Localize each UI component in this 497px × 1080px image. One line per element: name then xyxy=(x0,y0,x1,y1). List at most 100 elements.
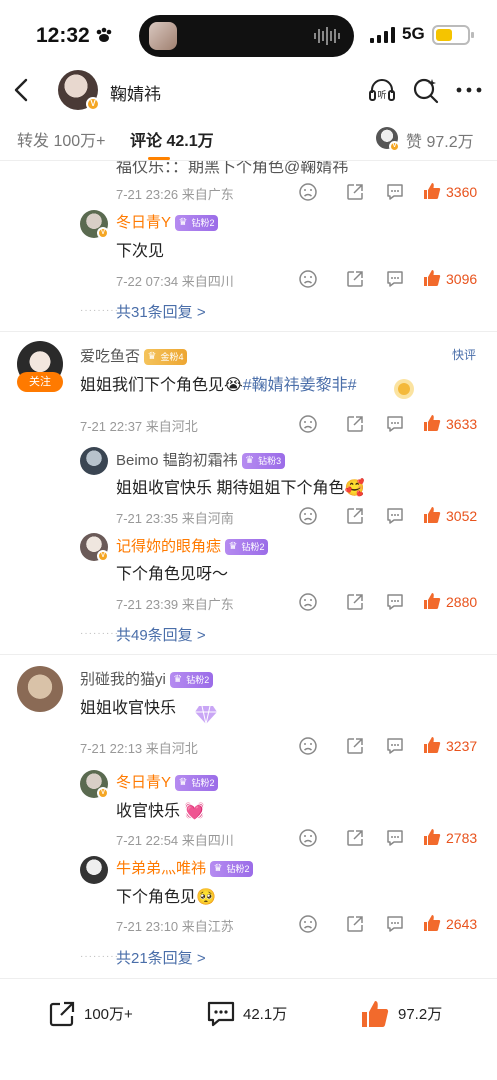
fan-badge: 钻粉2 xyxy=(170,671,214,688)
username[interactable]: 冬日青Y xyxy=(116,214,171,231)
comment-icon[interactable] xyxy=(385,914,405,934)
comment-feed[interactable]: 福仅乐：：期黑卜个角色@鞠婧祎 7-21 23:26 来自广东 3360 V 冬… xyxy=(0,161,497,978)
dynamic-island[interactable] xyxy=(139,15,354,57)
diamond-sticker-icon xyxy=(195,705,217,725)
comment-time: 7-21 22:13 来自河北 xyxy=(80,741,198,756)
avatar[interactable] xyxy=(80,856,108,884)
like-icon[interactable] xyxy=(422,913,442,933)
fan-badge: 钻粉2 xyxy=(210,860,254,877)
username[interactable]: 牛弟弟灬唯祎 xyxy=(116,860,206,877)
view-replies-link[interactable]: 共49条回复 > xyxy=(116,624,206,645)
divider xyxy=(0,331,497,332)
avatar[interactable] xyxy=(80,447,108,475)
comment-header: 爱吃鱼否 金粉4 xyxy=(80,345,188,366)
reply-time: 7-21 23:26 来自广东 xyxy=(116,187,234,202)
divider-dots: ········· xyxy=(80,305,119,316)
comment-icon[interactable] xyxy=(385,828,405,848)
repost-count[interactable]: 100万+ xyxy=(84,1003,133,1024)
fan-badge: 钻粉2 xyxy=(225,538,269,555)
commenter-avatar[interactable] xyxy=(17,666,63,712)
dislike-icon[interactable] xyxy=(298,269,318,289)
verified-badge-icon: V xyxy=(97,550,109,562)
like-count: 3096 xyxy=(446,271,478,287)
fan-badge: 钻粉2 xyxy=(175,774,219,791)
view-replies-link[interactable]: 共31条回复 > xyxy=(116,301,206,322)
reply-header: 记得妳的眼角痣 钻粉2 xyxy=(116,535,269,556)
like-count: 3360 xyxy=(446,184,478,200)
share-icon[interactable] xyxy=(345,914,365,934)
like-icon[interactable] xyxy=(422,413,442,433)
username[interactable]: 爱吃鱼否 xyxy=(80,348,140,365)
divider-dots: ········· xyxy=(80,628,119,639)
tab-repost[interactable]: 转发 100万+ xyxy=(17,127,106,151)
username[interactable]: 记得妳的眼角痣 xyxy=(116,538,221,555)
like-icon[interactable] xyxy=(422,827,442,847)
reply-time: 7-21 23:10 来自江苏 xyxy=(116,919,234,934)
share-icon[interactable] xyxy=(345,506,365,526)
reply-text: 下次见 xyxy=(116,243,165,260)
verified-badge-icon: V xyxy=(97,787,109,799)
dislike-icon[interactable] xyxy=(298,914,318,934)
quick-comment-button[interactable]: 快评 xyxy=(452,346,476,363)
share-icon[interactable] xyxy=(345,592,365,612)
username[interactable]: Beimo 韫韵初霜祎 xyxy=(116,452,238,469)
reply-time: 7-21 22:54 来自四川 xyxy=(116,833,234,848)
share-icon[interactable] xyxy=(345,269,365,289)
back-arrow-icon[interactable] xyxy=(12,78,32,102)
tab-likes[interactable]: 赞 97.2万 xyxy=(406,128,474,152)
like-icon[interactable] xyxy=(360,999,390,1029)
reply-text: 下个角色见呀～ xyxy=(116,566,229,583)
author-name[interactable]: 鞠婧祎 xyxy=(110,80,161,105)
like-count: 3237 xyxy=(446,738,478,754)
comment-icon[interactable] xyxy=(385,736,405,756)
dislike-icon[interactable] xyxy=(298,828,318,848)
fan-badge: 钻粉3 xyxy=(242,452,286,469)
dislike-icon[interactable] xyxy=(298,592,318,612)
repost-icon[interactable] xyxy=(47,999,77,1029)
more-icon[interactable] xyxy=(455,76,483,104)
like-count[interactable]: 97.2万 xyxy=(398,1003,442,1024)
reply-time: 7-21 23:39 来自广东 xyxy=(116,597,234,612)
top-nav: V 鞠婧祎 听 xyxy=(0,68,497,112)
share-icon[interactable] xyxy=(345,182,365,202)
like-icon[interactable] xyxy=(422,181,442,201)
dislike-icon[interactable] xyxy=(298,414,318,434)
comment-time: 7-21 22:37 来自河北 xyxy=(80,419,198,434)
listen-icon[interactable]: 听 xyxy=(368,76,396,104)
paw-icon xyxy=(96,27,112,42)
comment-icon[interactable] xyxy=(385,592,405,612)
dislike-icon[interactable] xyxy=(298,506,318,526)
like-icon[interactable] xyxy=(422,268,442,288)
search-icon[interactable] xyxy=(412,76,440,104)
comment-icon[interactable] xyxy=(206,999,236,1029)
comment-icon[interactable] xyxy=(385,269,405,289)
like-icon[interactable] xyxy=(422,735,442,755)
reply-text: 姐姐收官快乐 期待姐姐下个角色🥰 xyxy=(116,480,365,497)
username[interactable]: 冬日青Y xyxy=(116,774,171,791)
comment-icon[interactable] xyxy=(385,182,405,202)
reply-time: 7-21 23:35 来自河南 xyxy=(116,511,234,526)
comment-icon[interactable] xyxy=(385,506,405,526)
like-icon[interactable] xyxy=(422,591,442,611)
tab-comments[interactable]: 评论 42.1万 xyxy=(130,127,214,151)
reply-header: Beimo 韫韵初霜祎 钻粉3 xyxy=(116,449,286,470)
comment-count[interactable]: 42.1万 xyxy=(243,1003,287,1024)
topic-hashtag[interactable]: #鞠婧祎姜黎非# xyxy=(243,377,357,394)
username[interactable]: 别碰我的猫yi xyxy=(80,671,166,688)
dislike-icon[interactable] xyxy=(298,736,318,756)
comment-text: 姐姐我们下个角色见😭#鞠婧祎姜黎非# xyxy=(80,377,357,394)
comment-icon[interactable] xyxy=(385,414,405,434)
share-icon[interactable] xyxy=(345,414,365,434)
follow-button[interactable]: 关注 xyxy=(17,372,63,392)
dislike-icon[interactable] xyxy=(298,182,318,202)
battery-icon xyxy=(432,25,474,45)
bonus-coin-icon xyxy=(394,379,414,399)
now-playing-thumbnail xyxy=(149,22,177,50)
view-replies-link[interactable]: 共21条回复 > xyxy=(116,947,206,968)
share-icon[interactable] xyxy=(345,828,365,848)
comment-text: 姐姐收官快乐 xyxy=(80,700,177,717)
status-bar: 12:32 5G xyxy=(0,0,497,68)
share-icon[interactable] xyxy=(345,736,365,756)
status-time: 12:32 xyxy=(36,24,90,47)
like-icon[interactable] xyxy=(422,505,442,525)
